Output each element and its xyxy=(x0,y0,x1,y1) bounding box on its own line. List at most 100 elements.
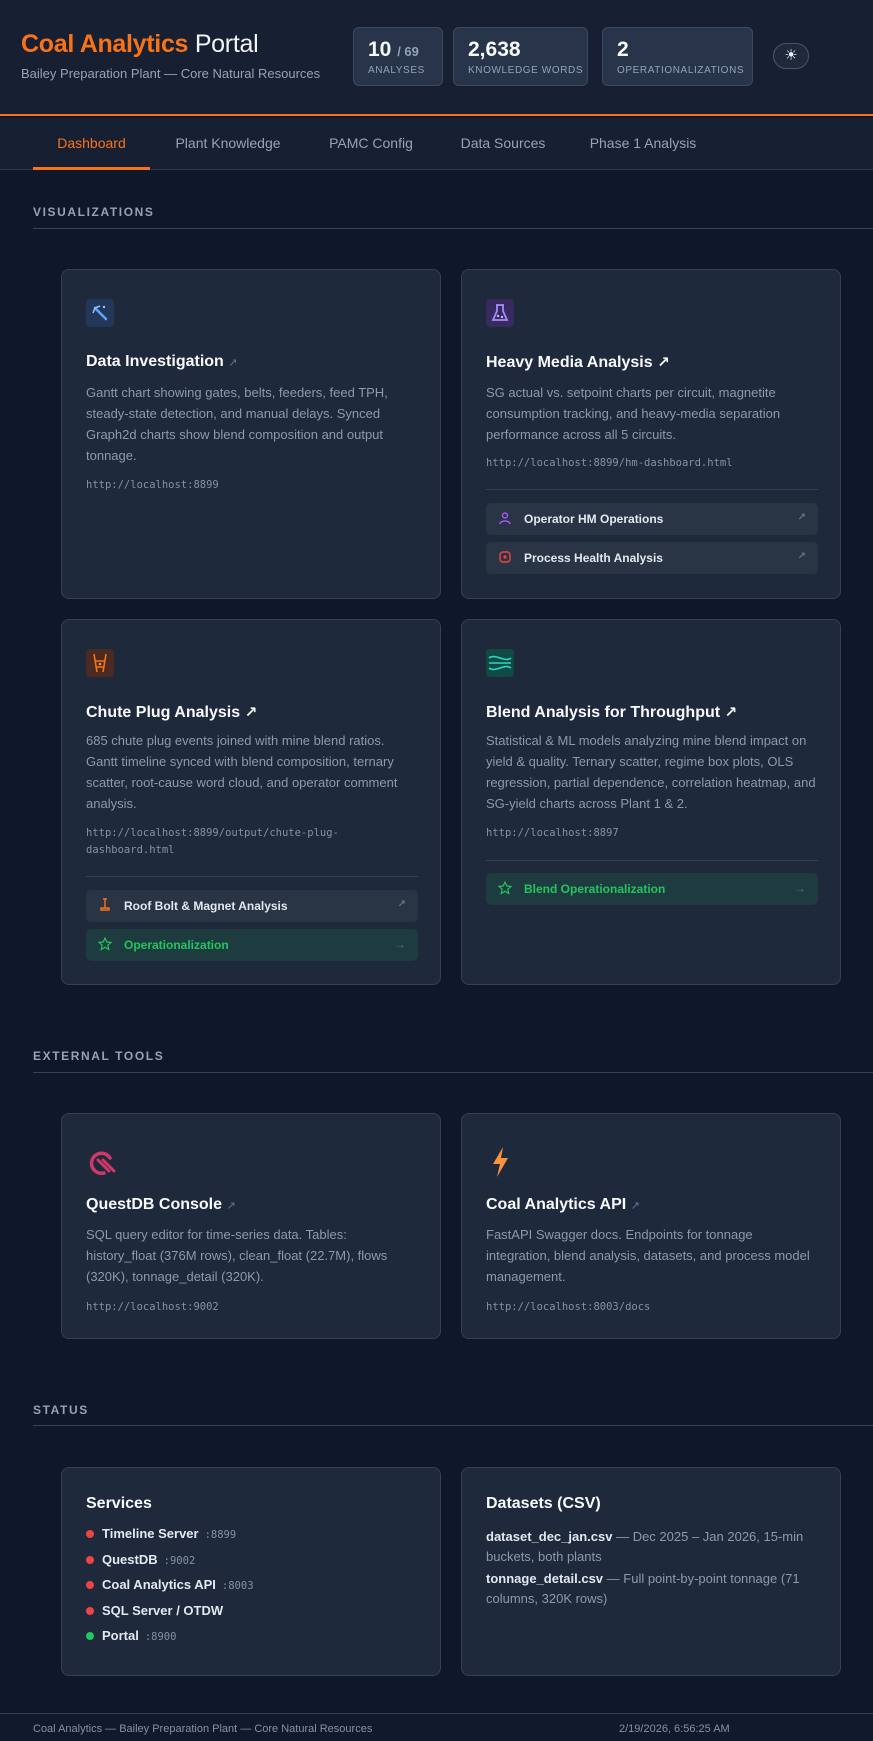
section-title-status: STATUS xyxy=(33,1403,89,1417)
card-description: SQL query editor for time-series data. T… xyxy=(86,1227,388,1284)
card-divider xyxy=(86,876,418,877)
footer-timestamp: 2/19/2026, 6:56:25 AM xyxy=(619,1723,730,1735)
card-divider xyxy=(486,860,818,861)
card-title-text: QuestDB Console xyxy=(86,1196,223,1213)
service-name: QuestDB xyxy=(102,1551,158,1567)
card-title[interactable]: Heavy Media Analysis ↗ xyxy=(486,353,670,372)
section-divider xyxy=(33,1072,873,1073)
card-heavy-media-analysis[interactable]: Heavy Media Analysis ↗ SG actual vs. set… xyxy=(461,269,841,599)
stat-value: 2,638 xyxy=(468,38,573,62)
brand: Coal Analytics Portal Bailey Preparation… xyxy=(21,30,320,81)
card-title[interactable]: Data Investigation ↗ xyxy=(86,353,237,371)
external-link-icon: ↗ xyxy=(226,1200,236,1212)
service-row-timeline-server: Timeline Server :8899 xyxy=(86,1521,254,1547)
link-operationalization[interactable]: Operationalization → xyxy=(86,929,418,961)
page-footer: Coal Analytics — Bailey Preparation Plan… xyxy=(0,1713,873,1741)
tab-phase-1-analysis[interactable]: Phase 1 Analysis xyxy=(582,118,704,170)
stat-number: 10 xyxy=(368,38,392,61)
card-title[interactable]: Chute Plug Analysis ↗ xyxy=(86,703,257,722)
external-link-icon: ↗ xyxy=(630,1200,640,1212)
link-label: Operator HM Operations xyxy=(524,512,664,526)
person-icon xyxy=(498,511,512,525)
external-link-icon: ↗ xyxy=(657,354,670,371)
card-title[interactable]: Coal Analytics API ↗ xyxy=(486,1196,640,1214)
card-divider xyxy=(486,489,818,490)
link-label: Operationalization xyxy=(124,938,229,952)
app-header: Coal Analytics Portal Bailey Preparation… xyxy=(0,0,873,116)
card-description: 685 chute plug events joined with mine b… xyxy=(86,733,398,811)
external-link-icon: ↗ xyxy=(244,704,258,721)
link-blend-operationalization[interactable]: Blend Operationalization → xyxy=(486,873,818,905)
tab-data-sources[interactable]: Data Sources xyxy=(446,118,560,170)
stat-value: 10 / 69 xyxy=(368,38,428,62)
status-dot-icon xyxy=(86,1530,94,1538)
card-description: Statistical & ML models analyzing mine b… xyxy=(486,733,816,811)
service-name: Timeline Server xyxy=(102,1526,199,1541)
section-divider xyxy=(33,228,873,229)
card-url: http://localhost:8899/hm-dashboard.html xyxy=(486,457,733,469)
section-title-visualizations: VISUALIZATIONS xyxy=(33,205,155,219)
tab-pamc-config[interactable]: PAMC Config xyxy=(318,118,424,170)
card-coal-analytics-api[interactable]: Coal Analytics API ↗ FastAPI Swagger doc… xyxy=(461,1113,841,1339)
service-port: :8899 xyxy=(204,1529,237,1541)
status-dot-icon xyxy=(86,1581,94,1589)
stat-analyses: 10 / 69 ANALYSES xyxy=(353,27,443,86)
stat-total: / 69 xyxy=(397,44,419,59)
link-operator-hm-operations[interactable]: Operator HM Operations ↗ xyxy=(486,503,818,535)
link-roof-bolt-magnet-analysis[interactable]: Roof Bolt & Magnet Analysis ↗ xyxy=(86,890,418,922)
service-row-sql-server: SQL Server / OTDW xyxy=(86,1598,254,1624)
card-url: http://localhost:8899 xyxy=(86,479,219,491)
external-link-icon: ↗ xyxy=(797,512,806,523)
bolt-icon xyxy=(98,898,112,912)
card-title-text: Coal Analytics API xyxy=(486,1196,627,1213)
sun-icon: ☀ xyxy=(784,47,798,64)
arrow-right-icon: → xyxy=(794,881,806,895)
service-port: :9002 xyxy=(163,1554,196,1567)
tab-plant-knowledge[interactable]: Plant Knowledge xyxy=(160,118,296,170)
stat-knowledge-words: 2,638 KNOWLEDGE WORDS xyxy=(453,27,588,86)
services-title: Services xyxy=(86,1495,152,1512)
dataset-name: tonnage_detail.csv xyxy=(486,1571,604,1586)
card-title-text: Data Investigation xyxy=(86,353,224,370)
card-description: SG actual vs. setpoint charts per circui… xyxy=(486,385,781,442)
star-icon xyxy=(497,880,513,895)
card-blend-analysis-throughput[interactable]: Blend Analysis for Throughput ↗ Statisti… xyxy=(461,619,841,985)
card-title[interactable]: QuestDB Console ↗ xyxy=(86,1196,236,1214)
card-description: Gantt chart showing gates, belts, feeder… xyxy=(86,385,388,463)
section-title-external-tools: EXTERNAL TOOLS xyxy=(33,1049,165,1063)
card-chute-plug-analysis[interactable]: Chute Plug Analysis ↗ 685 chute plug eve… xyxy=(61,619,441,985)
link-process-health-analysis[interactable]: Process Health Analysis ↗ xyxy=(486,542,818,574)
tab-dashboard[interactable]: Dashboard xyxy=(33,118,150,170)
magic-wand-icon xyxy=(86,299,114,327)
service-name: SQL Server / OTDW xyxy=(102,1602,224,1618)
stat-value: 2 xyxy=(617,38,738,62)
card-url: http://localhost:8899/output/chute-plug-… xyxy=(86,827,339,856)
card-title-text: Blend Analysis for Throughput xyxy=(486,704,721,721)
blend-waves-icon xyxy=(486,649,514,677)
service-name: Portal xyxy=(102,1628,139,1643)
card-questdb-console[interactable]: QuestDB Console ↗ SQL query editor for t… xyxy=(61,1113,441,1339)
stat-label: KNOWLEDGE WORDS xyxy=(468,65,584,76)
dataset-item: tonnage_detail.csv — Full point-by-point… xyxy=(486,1569,818,1609)
card-data-investigation[interactable]: Data Investigation ↗ Gantt chart showing… xyxy=(61,269,441,599)
card-title-text: Chute Plug Analysis xyxy=(86,704,241,721)
section-divider xyxy=(33,1425,873,1426)
link-label: Blend Operationalization xyxy=(524,882,666,896)
theme-toggle-button[interactable]: ☀ xyxy=(773,43,809,69)
flask-icon xyxy=(486,299,514,327)
external-link-icon: ↗ xyxy=(797,551,806,562)
app-title-bold: Coal Analytics xyxy=(21,30,189,58)
card-title[interactable]: Blend Analysis for Throughput ↗ xyxy=(486,703,737,722)
chute-icon xyxy=(86,649,114,677)
star-icon xyxy=(97,936,113,951)
card-url: http://localhost:8003/docs xyxy=(486,1301,651,1313)
card-description: FastAPI Swagger docs. Endpoints for tonn… xyxy=(486,1227,810,1284)
health-icon xyxy=(498,550,512,564)
dataset-item: dataset_dec_jan.csv — Dec 2025 – Jan 202… xyxy=(486,1527,818,1567)
lightning-icon xyxy=(486,1145,514,1179)
external-link-icon: ↗ xyxy=(724,704,738,721)
service-port: :8003 xyxy=(221,1580,254,1592)
status-dot-icon xyxy=(86,1555,94,1564)
dataset-name: dataset_dec_jan.csv xyxy=(486,1529,613,1544)
service-row-coal-analytics-api: Coal Analytics API:8003 xyxy=(86,1572,254,1598)
